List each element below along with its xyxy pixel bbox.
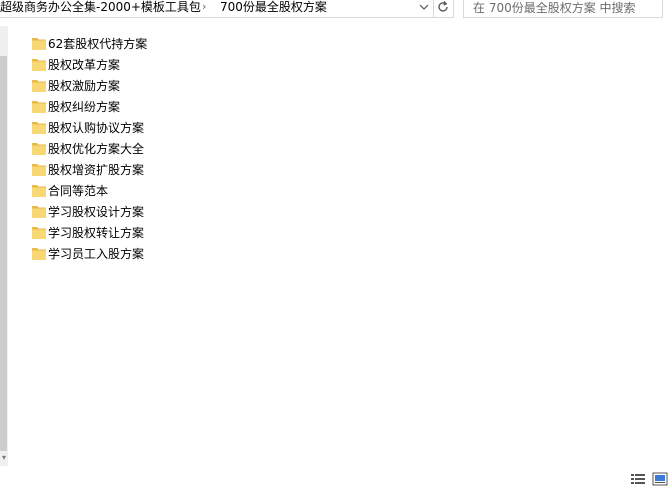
refresh-button[interactable] [434,0,454,18]
file-name: 学习股权设计方案 [48,204,145,219]
file-name: 股权改革方案 [48,57,121,72]
file-list-item[interactable]: 股权改革方案 [31,54,147,75]
large-icons-view-button[interactable] [652,471,668,486]
large-icons-view-icon [652,472,668,486]
folder-icon [32,184,46,197]
file-list: 62套股权代持方案 股权改革方案 股权激励方案 股权纠纷方案股权认购协议方案 股权优化方… [31,33,147,264]
folder-icon [32,37,46,50]
folder-icon [32,247,46,260]
folder-icon [32,121,46,134]
file-name: 股权增资扩股方案 [48,162,145,177]
address-dropdown-button[interactable] [415,0,433,16]
explorer-window: 超级商务办公全集-2000+模板工具包 › 700份最全股权方案 在 700份最… [0,0,669,490]
search-input[interactable]: 在 700份最全股权方案 中搜索 [463,0,663,18]
folder-icon [32,79,46,92]
file-name: 股权纠纷方案 [48,99,121,114]
breadcrumb-separator-icon[interactable]: › [202,0,206,14]
details-view-button[interactable] [630,471,646,485]
scrollbar-thumb[interactable] [0,56,7,451]
folder-icon [32,142,46,155]
file-list-item[interactable]: 股权纠纷方案 [31,96,147,117]
file-name: 股权认购协议方案 [48,120,145,135]
scroll-down-arrow-icon[interactable]: ▾ [0,452,8,464]
folder-icon [32,163,46,176]
search-placeholder: 在 700份最全股权方案 中搜索 [473,1,636,15]
file-name: 合同等范本 [48,183,109,198]
file-list-item[interactable]: 学习股权设计方案 [31,201,147,222]
refresh-icon [438,1,448,12]
file-list-item[interactable]: 学习员工入股方案 [31,243,147,264]
file-name: 股权激励方案 [48,78,121,93]
breadcrumb-parent[interactable]: 超级商务办公全集-2000+模板工具包 [0,0,201,16]
file-list-item[interactable]: 学习股权转让方案 [31,222,147,243]
file-name: 62套股权代持方案 [48,36,148,51]
address-bar[interactable]: 超级商务办公全集-2000+模板工具包 › 700份最全股权方案 [0,0,434,18]
file-list-item[interactable]: 股权认购协议方案 [31,117,147,138]
file-list-item[interactable]: 62套股权代持方案 [31,33,147,54]
navigation-bar: 超级商务办公全集-2000+模板工具包 › 700份最全股权方案 在 700份最… [0,0,669,20]
file-list-item[interactable]: 股权优化方案大全 [31,138,147,159]
left-scrollbar[interactable] [0,26,8,466]
folder-icon [32,100,46,113]
chevron-down-icon [419,4,429,10]
breadcrumb-current[interactable]: 700份最全股权方案 [220,0,327,16]
folder-icon [32,58,46,71]
file-name: 股权优化方案大全 [48,141,145,156]
folder-icon [32,226,46,239]
file-name: 学习股权转让方案 [48,225,145,240]
file-list-item[interactable]: 合同等范本 [31,180,147,201]
file-name: 学习员工入股方案 [48,246,145,261]
file-list-item[interactable]: 股权激励方案 [31,75,147,96]
details-view-icon [631,474,645,484]
file-list-item[interactable]: 股权增资扩股方案 [31,159,147,180]
folder-icon [32,205,46,218]
